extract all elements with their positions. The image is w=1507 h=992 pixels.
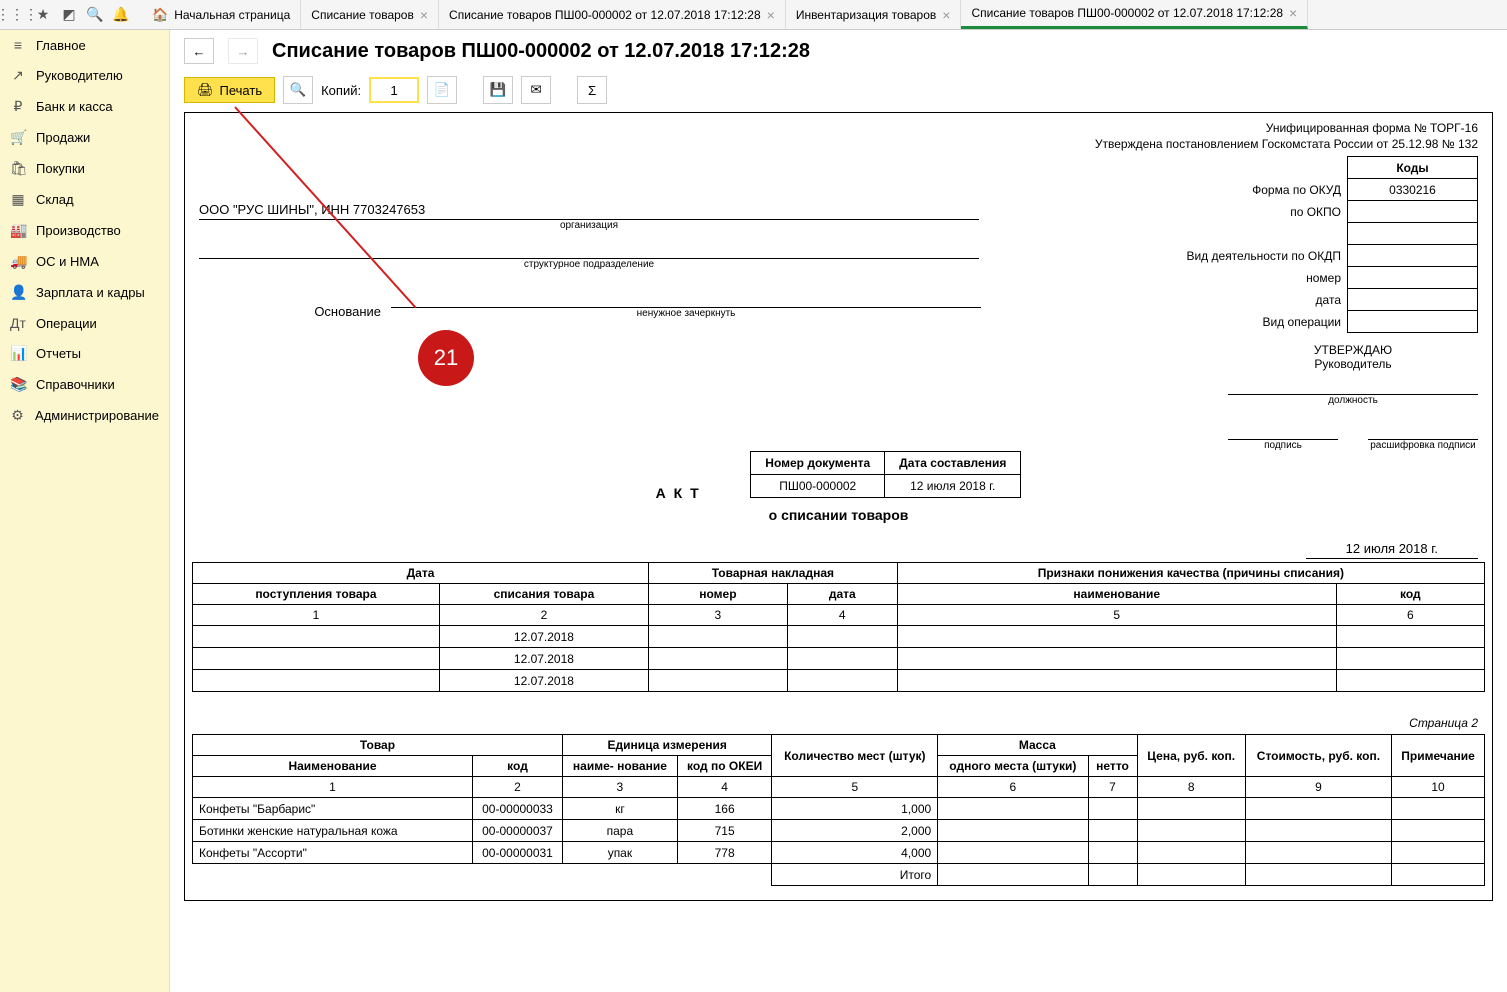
copies-label: Копий: — [321, 83, 361, 98]
tab[interactable]: Списание товаров ПШ00-000002 от 12.07.20… — [439, 0, 786, 29]
crop-icon[interactable]: ◩ — [58, 4, 80, 26]
sidebar-item[interactable]: ₽Банк и касса — [0, 91, 169, 122]
sidebar-icon: 🏭 — [10, 222, 26, 239]
sidebar-item[interactable]: 🚚ОС и НМА — [0, 246, 169, 277]
top-toolbar: ⋮⋮⋮ ★ ◩ 🔍 🔔 🏠Начальная страницаСписание … — [0, 0, 1507, 30]
sidebar-item[interactable]: ≡Главное — [0, 30, 169, 60]
close-icon[interactable]: × — [420, 7, 428, 23]
sidebar-icon: 🚚 — [10, 253, 26, 270]
sum-button[interactable]: Σ — [577, 76, 607, 104]
sidebar-item[interactable]: 🏭Производство — [0, 215, 169, 246]
tab[interactable]: Инвентаризация товаров× — [786, 0, 962, 29]
sidebar-item[interactable]: ▦Склад — [0, 184, 169, 215]
bell-icon[interactable]: 🔔 — [110, 4, 132, 26]
tabs: 🏠Начальная страницаСписание товаров×Спис… — [142, 0, 1308, 29]
sidebar-icon: ↗ — [10, 67, 26, 84]
writeoff-dates-table: ДатаТоварная накладнаяПризнаки понижения… — [192, 562, 1485, 692]
star-icon[interactable]: ★ — [32, 4, 54, 26]
sidebar-icon: 🛒 — [10, 129, 26, 146]
sidebar-icon: 📚 — [10, 376, 26, 393]
goods-table: ТоварЕдиница измеренияКоличество мест (ш… — [192, 734, 1485, 886]
sidebar-icon: ▦ — [10, 191, 26, 208]
print-button[interactable]: 🖨 Печать — [184, 77, 275, 103]
close-icon[interactable]: × — [942, 7, 950, 23]
page-title: Списание товаров ПШ00-000002 от 12.07.20… — [272, 40, 810, 63]
forward-button[interactable]: → — [228, 38, 258, 64]
sidebar-item[interactable]: 👤Зарплата и кадры — [0, 277, 169, 308]
back-button[interactable]: ← — [184, 38, 214, 64]
tab[interactable]: 🏠Начальная страница — [142, 0, 301, 29]
sidebar-item[interactable]: 📊Отчеты — [0, 338, 169, 369]
organization-caption: организация — [199, 220, 979, 231]
sidebar-icon: ₽ — [10, 98, 26, 115]
sidebar-item[interactable]: 📚Справочники — [0, 369, 169, 400]
copies-input[interactable] — [369, 77, 419, 103]
home-icon: 🏠 — [152, 7, 168, 23]
printer-icon: 🖨 — [197, 82, 214, 98]
export-button[interactable]: 📄 — [427, 76, 457, 104]
basis-line — [391, 294, 981, 308]
preview-button[interactable]: 🔍 — [283, 76, 313, 104]
tab[interactable]: Списание товаров× — [301, 0, 439, 29]
basis-label: Основание — [191, 304, 391, 319]
sidebar-item[interactable]: ⚙Администрирование — [0, 400, 169, 431]
main-content: ← → Списание товаров ПШ00-000002 от 12.0… — [170, 30, 1507, 992]
close-icon[interactable]: × — [1289, 5, 1297, 21]
apps-icon[interactable]: ⋮⋮⋮ — [6, 4, 28, 26]
page2-label: Страница 2 — [191, 716, 1478, 730]
subdivision-caption: структурное подразделение — [199, 259, 979, 270]
sidebar-item[interactable]: ↗Руководителю — [0, 60, 169, 91]
sidebar-item[interactable]: 🛒Продажи — [0, 122, 169, 153]
close-icon[interactable]: × — [767, 7, 775, 23]
save-button[interactable]: 💾 — [483, 76, 513, 104]
sidebar-icon: 👤 — [10, 284, 26, 301]
act-header: А К Т Номер документаДата составления ПШ… — [191, 451, 1486, 523]
sidebar-icon: 🛍 — [10, 160, 26, 177]
form-header-1: Унифицированная форма № ТОРГ-16 — [191, 121, 1478, 137]
sidebar-icon: 📊 — [10, 345, 26, 362]
tab[interactable]: Списание товаров ПШ00-000002 от 12.07.20… — [961, 0, 1308, 29]
organization: ООО "РУС ШИНЫ", ИНН 7703247653 — [199, 202, 979, 220]
approve-block: УТВЕРЖДАЮ Руководитель должность подпись… — [1228, 343, 1478, 451]
sidebar-icon: Дт — [10, 315, 26, 331]
form-header-2: Утверждена постановлением Госкомстата Ро… — [191, 137, 1478, 153]
sidebar-icon: ≡ — [10, 37, 26, 53]
sidebar: ≡Главное↗Руководителю₽Банк и касса🛒Прода… — [0, 30, 170, 992]
email-button[interactable]: ✉ — [521, 76, 551, 104]
subdivision-line — [199, 245, 979, 259]
doc-date-right: 12 июля 2018 г. — [191, 541, 1478, 556]
callout-circle: 21 — [418, 330, 474, 386]
sidebar-item[interactable]: 🛍Покупки — [0, 153, 169, 184]
print-toolbar: 🖨 Печать 🔍 Копий: 📄 💾 ✉ Σ — [170, 72, 1507, 112]
search-icon[interactable]: 🔍 — [84, 4, 106, 26]
codes-box: КодыФорма по ОКУД0330216по ОКПОВид деяте… — [1178, 156, 1478, 333]
basis-caption: ненужное зачеркнуть — [391, 308, 981, 319]
sidebar-item[interactable]: ДтОперации — [0, 308, 169, 338]
sidebar-icon: ⚙ — [10, 407, 25, 424]
document-preview: Унифицированная форма № ТОРГ-16 Утвержде… — [184, 112, 1493, 901]
